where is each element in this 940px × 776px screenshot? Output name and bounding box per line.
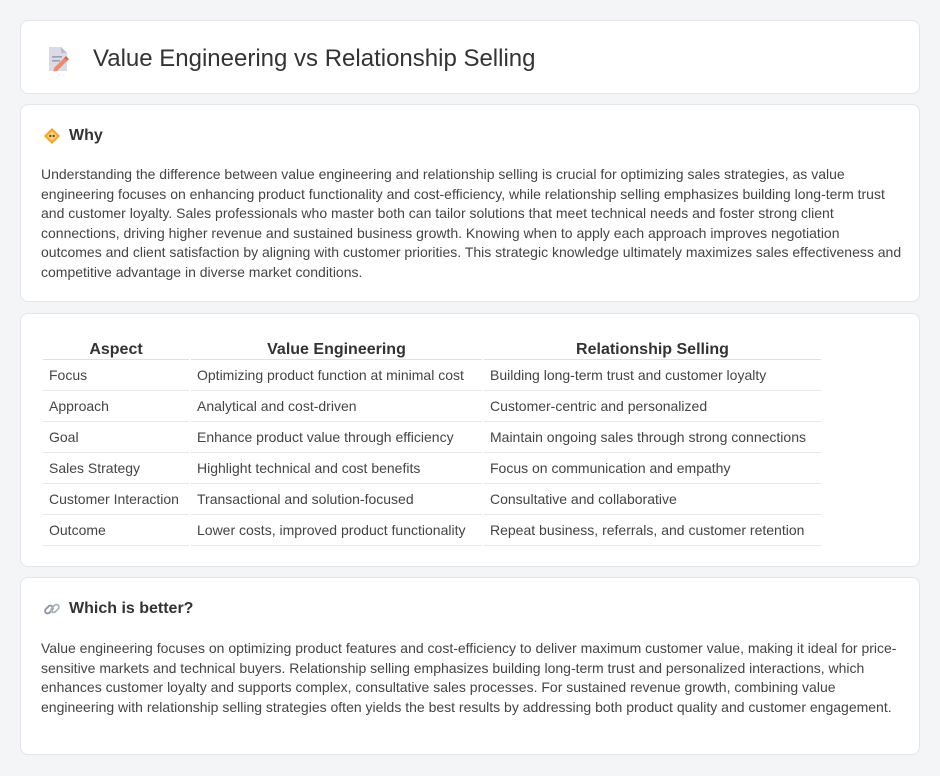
row-value-engineering: Enhance product value through efficiency [191, 422, 482, 453]
row-value-engineering: Optimizing product function at minimal c… [191, 360, 482, 391]
header-relationship-selling: Relationship Selling [484, 336, 821, 360]
why-header: Why [43, 127, 103, 145]
link-icon [44, 603, 60, 615]
table-row: Outcome Lower costs, improved product fu… [43, 515, 821, 546]
header-value-engineering: Value Engineering [191, 336, 482, 360]
table-row: Focus Optimizing product function at min… [43, 360, 821, 391]
header-card: Value Engineering vs Relationship Sellin… [20, 20, 920, 94]
page-title-row: Value Engineering vs Relationship Sellin… [47, 45, 536, 73]
row-aspect: Approach [43, 391, 189, 422]
header-aspect: Aspect [43, 336, 189, 360]
why-text: Understanding the difference between val… [41, 166, 902, 280]
better-title: Which is better? [69, 600, 194, 617]
table-row: Approach Analytical and cost-driven Cust… [43, 391, 821, 422]
row-aspect: Goal [43, 422, 189, 453]
row-aspect: Outcome [43, 515, 189, 546]
row-value-engineering: Highlight technical and cost benefits [191, 453, 482, 484]
table-row: Sales Strategy Highlight technical and c… [43, 453, 821, 484]
row-aspect: Sales Strategy [43, 453, 189, 484]
row-aspect: Customer Interaction [43, 484, 189, 515]
why-section: Why Understanding the difference between… [20, 104, 920, 302]
row-relationship-selling: Repeat business, referrals, and customer… [484, 515, 821, 546]
table-row: Customer Interaction Transactional and s… [43, 484, 821, 515]
row-value-engineering: Transactional and solution-focused [191, 484, 482, 515]
comparison-section: Aspect Value Engineering Relationship Se… [20, 313, 920, 567]
row-value-engineering: Analytical and cost-driven [191, 391, 482, 422]
page-title: Value Engineering vs Relationship Sellin… [93, 45, 536, 72]
row-relationship-selling: Customer-centric and personalized [484, 391, 821, 422]
comparison-table: Aspect Value Engineering Relationship Se… [41, 336, 823, 546]
row-relationship-selling: Consultative and collaborative [484, 484, 821, 515]
better-text: Value engineering focuses on optimizing … [41, 640, 897, 715]
row-value-engineering: Lower costs, improved product functional… [191, 515, 482, 546]
diamond-warning-icon [44, 128, 60, 144]
row-relationship-selling: Building long-term trust and customer lo… [484, 360, 821, 391]
table-header-row: Aspect Value Engineering Relationship Se… [43, 336, 821, 360]
why-title: Why [69, 127, 103, 144]
which-is-better-section: Which is better? Value engineering focus… [20, 577, 920, 755]
table-row: Goal Enhance product value through effic… [43, 422, 821, 453]
row-relationship-selling: Maintain ongoing sales through strong co… [484, 422, 821, 453]
row-aspect: Focus [43, 360, 189, 391]
document-pencil-icon [49, 47, 69, 72]
better-header: Which is better? [43, 600, 193, 618]
row-relationship-selling: Focus on communication and empathy [484, 453, 821, 484]
